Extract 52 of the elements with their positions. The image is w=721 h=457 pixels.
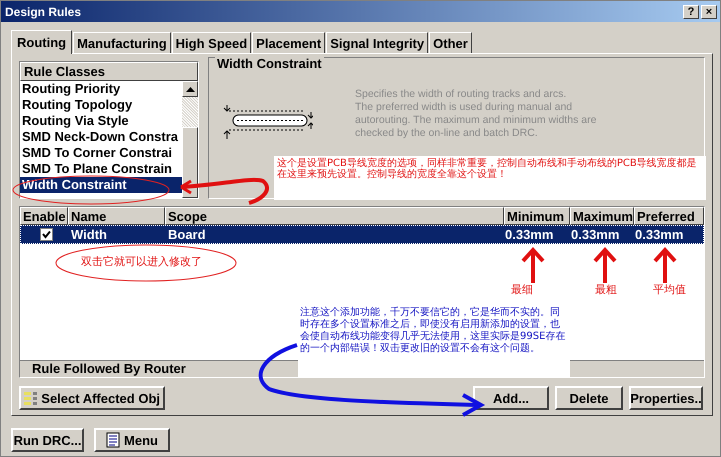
title-bar-button[interactable]: ? [683,4,699,18]
annotation-label: 最粗 [595,284,617,295]
rule-row[interactable]: Width Board 0.33mm 0.33mm 0.33mm [20,225,704,244]
annotation-arrow [653,247,677,285]
title-bar-button[interactable]: × [701,4,717,18]
rule-class-item[interactable]: SMD To Plane Constrain [20,161,182,177]
description-text: Specifies the width of routing tracks and arcs. The preferred width is used during manual and autorouting. The maximum and minimum widths are checked by the on-line and batch DRC. [355,88,596,141]
annotation-note: 注意这个添加功能，千万不要信它的，它是华而不实的。同时存在多个设置标准之后，即使没有启用新添加的设置，也会使自动布线功能变得几乎无法使用，这里实际是99SE存在的一个内部错误！双击更改旧的设置不会有这个问题。 [298,304,570,377]
table-cell-text: Width [70,226,108,243]
tab[interactable]: Routing [11,30,72,54]
list-icon [24,391,38,405]
enable-checkbox[interactable] [40,228,52,241]
annotation-label: 平均值 [653,284,686,295]
rule-class-item[interactable]: Routing Via Style [20,113,182,129]
select-affected-objects-button[interactable]: Select Affected Obj [19,386,165,410]
rule-class-item[interactable]: Routing Priority [20,81,182,97]
scroll-thumb[interactable] [182,127,198,198]
table-cell-text: 0.33mm [634,226,684,243]
document-icon [106,432,120,448]
scrollbar[interactable] [182,81,198,198]
rule-class-item[interactable]: Routing Topology [20,97,182,113]
group-title: Width Constraint [215,56,324,71]
annotation-label: 最细 [511,284,533,295]
column-header[interactable]: Preferred [634,207,704,225]
scroll-up-icon[interactable] [182,81,198,97]
menu-button[interactable]: Menu [94,428,170,452]
tab[interactable]: Other [429,32,472,53]
add-button[interactable]: Add... [473,386,549,410]
tab[interactable]: Manufacturing [73,32,171,53]
annotation-arrow [593,247,617,285]
annotation-note: 双击它就可以进入修改了 [81,256,202,267]
annotation-note: 这个是设置PCB导线宽度的选项，同样非常重要，控制自动布线和手动布线的PCB导线宽度都是在这里来预先设置。控制导线的宽度全靠这个设置！ [274,156,706,200]
properties-button[interactable]: Properties.. [629,386,703,410]
window-title: Design Rules [5,4,82,18]
tab[interactable]: Signal Integrity [326,32,428,53]
tab[interactable]: Placement [252,32,326,53]
table-cell-text: Board [167,226,207,243]
rule-class-item[interactable]: SMD To Corner Constrai [20,145,182,161]
column-header[interactable]: Minimum [504,207,570,225]
column-header[interactable]: Scope [165,207,504,225]
rule-class-item[interactable]: Width Constraint [20,177,182,193]
tab[interactable]: High Speed [172,32,252,53]
table-cell-text: 0.33mm [570,226,620,243]
table-cell-text: 0.33mm [504,226,554,243]
run-drc-button[interactable]: Run DRC... [11,428,84,452]
delete-button[interactable]: Delete [555,386,623,410]
rule-class-item[interactable]: SMD Neck-Down Constra [20,129,182,145]
column-header[interactable]: Enable [20,207,68,225]
column-header[interactable]: Maximum [570,207,634,225]
annotation-arrow [521,247,545,285]
list-header: Rule Classes [20,62,198,81]
column-header[interactable]: Name [68,207,165,225]
